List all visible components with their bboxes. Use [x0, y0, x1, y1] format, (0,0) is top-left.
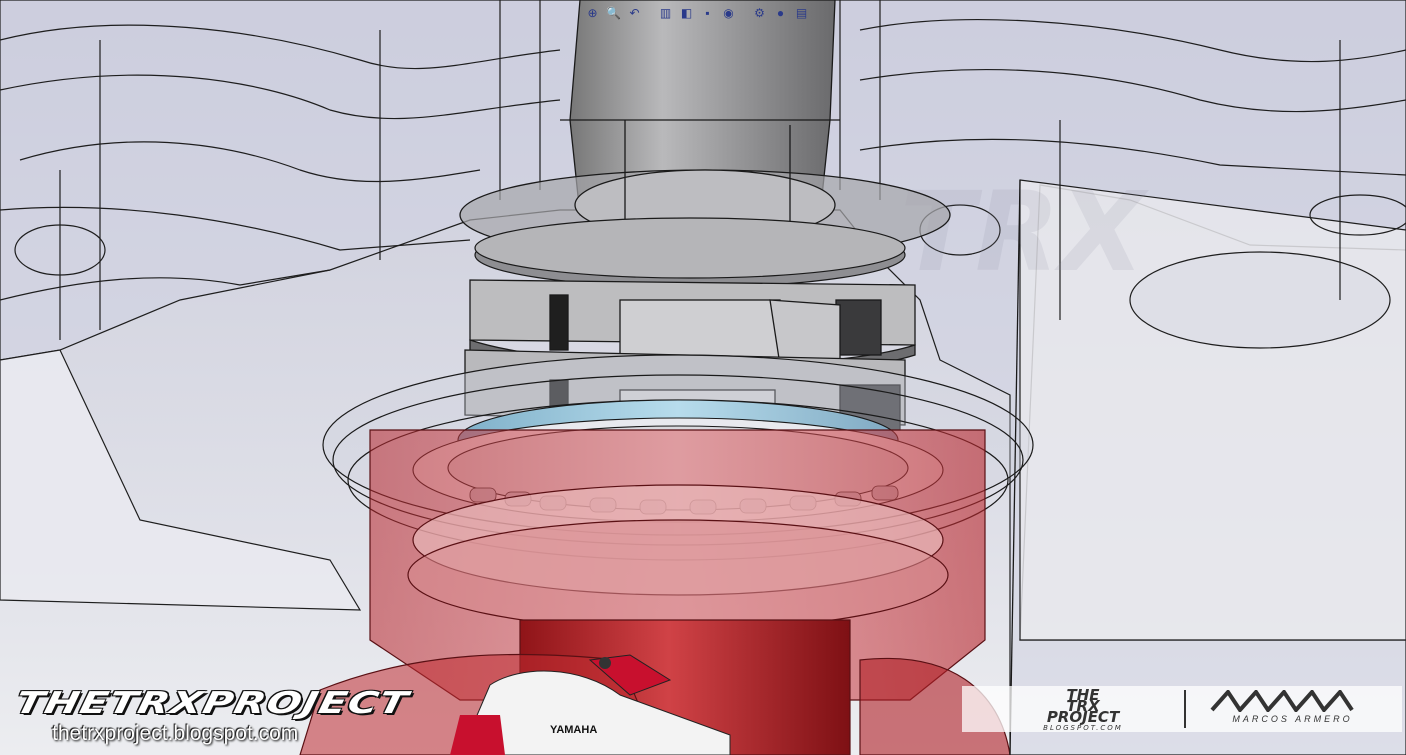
author-name: MARCOS ARMERO [1232, 714, 1353, 724]
washer-upper[interactable] [474, 217, 906, 288]
logo-sub: BLOGSPOT.COM [1043, 724, 1123, 732]
section-view-icon[interactable]: ▥ [657, 4, 674, 22]
view-settings-icon[interactable]: ▤ [793, 4, 810, 22]
watermark-divider [1184, 690, 1186, 728]
cad-viewport[interactable]: TRX YAMAHA [0, 0, 1406, 755]
view-orientation-icon[interactable]: ◧ [678, 4, 695, 22]
trx-project-logo: THE TRX PROJECT BLOGSPOT.COM [988, 688, 1178, 733]
zoom-to-area-icon[interactable]: 🔍 [605, 4, 622, 22]
watermark-right: THE TRX PROJECT BLOGSPOT.COM MARCOS ARME… [962, 686, 1402, 732]
watermark-left: THETRXPROJECT thetrxproject.blogspot.com [12, 684, 734, 755]
brand-title: THETRXPROJECT [12, 686, 412, 721]
faded-watermark: TRX [900, 168, 1150, 296]
apply-scene-icon[interactable]: ● [772, 4, 789, 22]
edit-appearance-icon[interactable]: ⚙ [751, 4, 768, 22]
blog-url[interactable]: thetrxproject.blogspot.com [52, 722, 298, 746]
hide-show-items-icon[interactable]: ◉ [720, 4, 737, 22]
zoom-to-fit-icon[interactable]: ⊕ [584, 4, 601, 22]
previous-view-icon[interactable]: ↶ [626, 4, 643, 22]
logo-line-3: PROJECT [1046, 708, 1120, 726]
heads-up-view-toolbar: ⊕ 🔍 ↶ ▥ ◧ ▪ ◉ ⚙ ● ▤ [584, 2, 834, 24]
display-style-icon[interactable]: ▪ [699, 4, 716, 22]
author-monogram-icon [1210, 690, 1354, 712]
